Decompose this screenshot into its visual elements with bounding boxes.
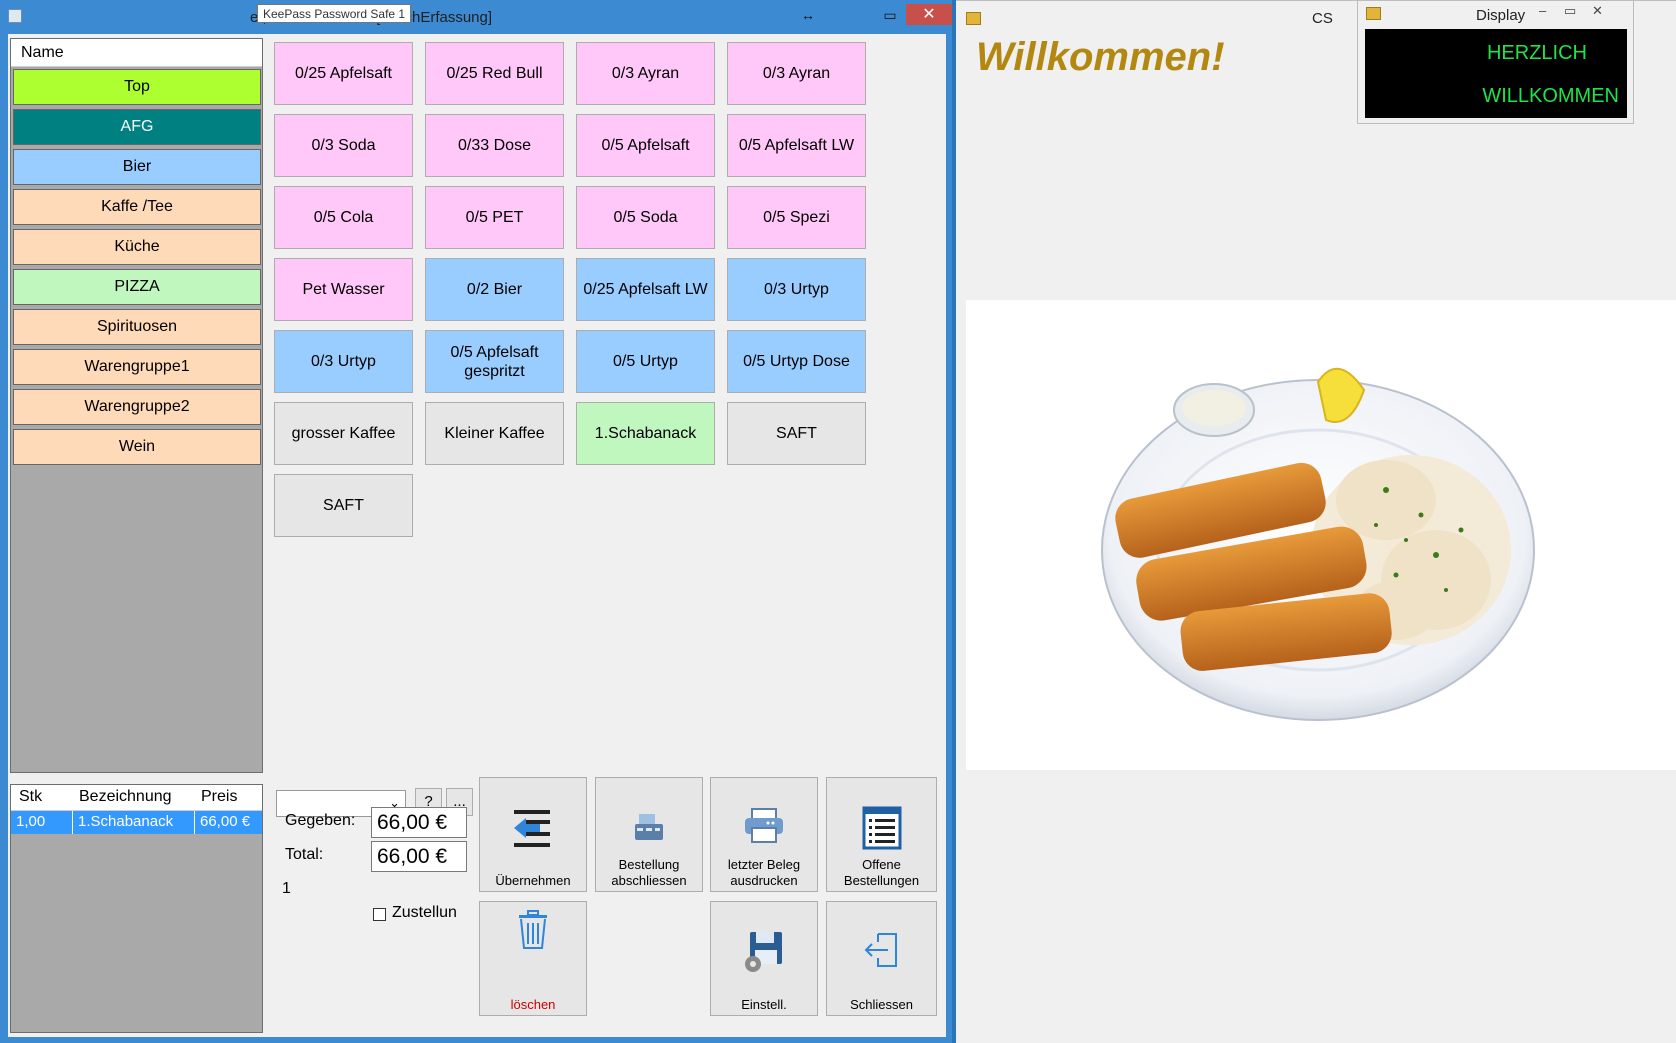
minimize-button[interactable]: ‒ [1539,3,1546,18]
order-cell-name: 1.Schabanack [73,811,195,834]
category-item[interactable]: Spirituosen [13,309,261,345]
led-line-1: HERZLICH [1486,42,1587,64]
maximize-button[interactable]: ▭ [1564,3,1576,19]
order-table-header: Stk Bezeichnung Preis [11,785,262,811]
main-titlebar[interactable]: et, GRITON.NET - [TouchErfassung] ↔ ▭ ✕ [0,0,952,34]
cash-register-icon [596,806,702,852]
product-button[interactable]: 0/3 Soda [274,114,413,177]
category-item[interactable]: AFG [13,109,261,145]
order-table[interactable]: Stk Bezeichnung Preis 1,00 1.Schabanack … [10,784,263,1033]
product-button[interactable]: 0/25 Apfelsaft LW [576,258,715,321]
take-over-icon [480,806,586,852]
column-header-stk: Stk [19,788,43,805]
product-button[interactable]: 0/5 Apfelsaft LW [727,114,866,177]
product-button[interactable]: SAFT [727,402,866,465]
print-last-receipt-button[interactable]: letzter Beleg ausdrucken [710,777,818,892]
main-client-area: Name Top AFG Bier Kaffe /Tee Küche PIZZA Spiri… [8,34,946,1037]
product-button[interactable]: SAFT [274,474,413,537]
resize-icon[interactable]: ↔ [788,5,828,25]
exit-icon [827,930,936,976]
print-last-receipt-label: letzter Beleg ausdrucken [727,857,801,888]
take-over-button[interactable]: Übernehmen [479,777,587,892]
category-item[interactable]: Kaffe /Tee [13,189,261,225]
close-order-label: Bestellung abschliessen [611,857,687,888]
display-window-title: Display [1476,7,1526,24]
category-item[interactable]: Top [13,69,261,105]
category-item[interactable]: Küche [13,229,261,265]
product-button[interactable]: 0/5 Urtyp [576,330,715,393]
product-button[interactable]: grosser Kaffee [274,402,413,465]
list-icon [827,806,936,852]
delivery-label: Zustellun [392,904,457,921]
delivery-checkbox[interactable] [373,908,386,921]
product-button[interactable]: 0/25 Red Bull [425,42,564,105]
printer-icon [711,806,817,852]
product-button[interactable]: 1.Schabanack [576,402,715,465]
settings-button[interactable]: Einstell. [710,901,818,1016]
total-label: Total: [285,846,324,863]
led-display: HERZLICH WILLKOMMEN [1365,29,1627,118]
save-settings-icon [711,930,817,976]
display-window: Display ‒ ▭ ✕ HERZLICH WILLKOMMEN [1357,0,1634,124]
product-button[interactable]: 0/5 Soda [576,186,715,249]
app-icon [8,9,22,23]
product-button[interactable]: 0/5 Apfelsaft gespritzt [425,330,564,393]
category-list-header: Name [11,39,262,67]
category-list[interactable]: Name Top AFG Bier Kaffe /Tee Küche PIZZA Spiri… [10,38,263,773]
customer-display-title: CS [1312,10,1333,27]
main-window: et, GRITON.NET - [TouchErfassung] ↔ ▭ ✕ … [0,0,952,1043]
welcome-heading: Willkommen! [976,35,1225,79]
product-button[interactable]: 0/5 Cola [274,186,413,249]
product-button[interactable]: Kleiner Kaffee [425,402,564,465]
settings-label: Einstell. [741,997,787,1012]
product-button[interactable]: 0/3 Urtyp [274,330,413,393]
delete-label: löschen [510,997,556,1012]
item-count: 1 [282,880,291,897]
total-input[interactable]: 66,00 € [371,841,467,872]
category-item[interactable]: Warengruppe2 [13,389,261,425]
window-icon [1366,7,1381,20]
category-item[interactable]: Wein [13,429,261,465]
window-icon [966,12,981,25]
open-orders-label: Offene Bestellungen [843,857,920,888]
product-button[interactable]: 0/33 Dose [425,114,564,177]
product-button[interactable]: 0/5 Urtyp Dose [727,330,866,393]
close-order-button[interactable]: Bestellung abschliessen [595,777,703,892]
product-button[interactable]: 0/25 Apfelsaft [274,42,413,105]
given-label: Gegeben: [285,812,356,829]
category-item[interactable]: Warengruppe1 [13,349,261,385]
product-button[interactable]: 0/3 Ayran [576,42,715,105]
keepass-tooltip: KeePass Password Safe 1 [257,4,412,23]
exit-label: Schliessen [850,997,913,1012]
product-button[interactable]: 0/3 Ayran [727,42,866,105]
product-button[interactable]: 0/5 Spezi [727,186,866,249]
close-button[interactable]: ✕ [1592,3,1603,19]
delete-button[interactable]: löschen [479,901,587,1016]
food-image [966,300,1676,770]
order-cell-price: 66,00 € [200,813,251,830]
product-button[interactable]: 0/3 Urtyp [727,258,866,321]
product-button[interactable]: 0/5 PET [425,186,564,249]
product-button[interactable]: Pet Wasser [274,258,413,321]
open-orders-button[interactable]: Offene Bestellungen [826,777,937,892]
column-header-bezeichnung: Bezeichnung [79,788,172,805]
table-row[interactable]: 1,00 1.Schabanack 66,00 € [11,811,262,834]
column-header-preis: Preis [201,788,238,805]
order-cell-qty: 1,00 [11,811,73,834]
close-button[interactable]: ✕ [906,4,952,25]
category-item[interactable]: Bier [13,149,261,185]
exit-button[interactable]: Schliessen [826,901,937,1016]
category-item[interactable]: PIZZA [13,269,261,305]
led-line-2: WILLKOMMEN [1482,85,1619,107]
product-button[interactable]: 0/2 Bier [425,258,564,321]
product-button[interactable]: 0/5 Apfelsaft [576,114,715,177]
take-over-label: Übernehmen [495,873,571,888]
trash-icon [480,910,586,956]
customer-display-window: CS Willkommen! [956,0,1676,1043]
given-input[interactable]: 66,00 € [371,807,467,838]
maximize-button[interactable]: ▭ [870,5,910,25]
